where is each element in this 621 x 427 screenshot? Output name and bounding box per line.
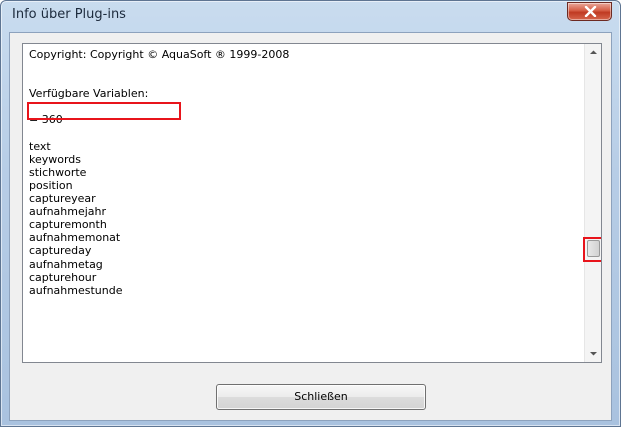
plugin-info-dialog: Info über Plug-ins Copyright: Copyright …	[0, 0, 621, 427]
copyright-text: Copyright: Copyright © AquaSoft ® 1999-2…	[29, 48, 290, 61]
close-button[interactable]: Schließen	[216, 384, 426, 410]
scroll-up-button[interactable]	[585, 44, 601, 61]
variable-item: captureyear	[29, 192, 96, 206]
variable-item: aufnahmejahr	[29, 205, 107, 219]
variables-heading: Verfügbare Variablen:	[29, 87, 149, 101]
variable-item: aufnahmestunde	[29, 283, 123, 297]
vertical-scrollbar[interactable]	[583, 44, 601, 362]
dialog-client-area: Copyright: Copyright © AquaSoft ® 1999-2…	[9, 32, 612, 421]
variable-item: position	[29, 178, 73, 192]
variable-item: capturemonth	[29, 218, 107, 232]
scroll-up-arrow-icon	[590, 50, 597, 54]
scroll-thumb-highlight-box	[583, 237, 601, 262]
window-title: Info über Plug-ins	[12, 7, 126, 22]
close-x-icon	[584, 6, 597, 17]
info-text-box[interactable]: Copyright: Copyright © AquaSoft ® 1999-2…	[22, 43, 602, 363]
variable-item: captureday	[29, 244, 92, 258]
variable-count: = 360	[29, 113, 63, 127]
variable-item: text	[29, 139, 51, 153]
variable-item: keywords	[29, 152, 82, 166]
variable-item: aufnahmemonat	[29, 231, 121, 245]
scroll-down-button[interactable]	[585, 345, 601, 362]
info-text-content: Copyright: Copyright © AquaSoft ® 1999-2…	[29, 48, 574, 297]
variable-item: capturehour	[29, 270, 97, 284]
window-close-button[interactable]	[567, 2, 612, 21]
variable-item: stichworte	[29, 165, 87, 179]
scroll-down-arrow-icon	[590, 352, 597, 356]
variable-item: aufnahmetag	[29, 257, 103, 271]
title-bar[interactable]: Info über Plug-ins	[1, 1, 620, 31]
scroll-thumb[interactable]	[583, 237, 601, 262]
